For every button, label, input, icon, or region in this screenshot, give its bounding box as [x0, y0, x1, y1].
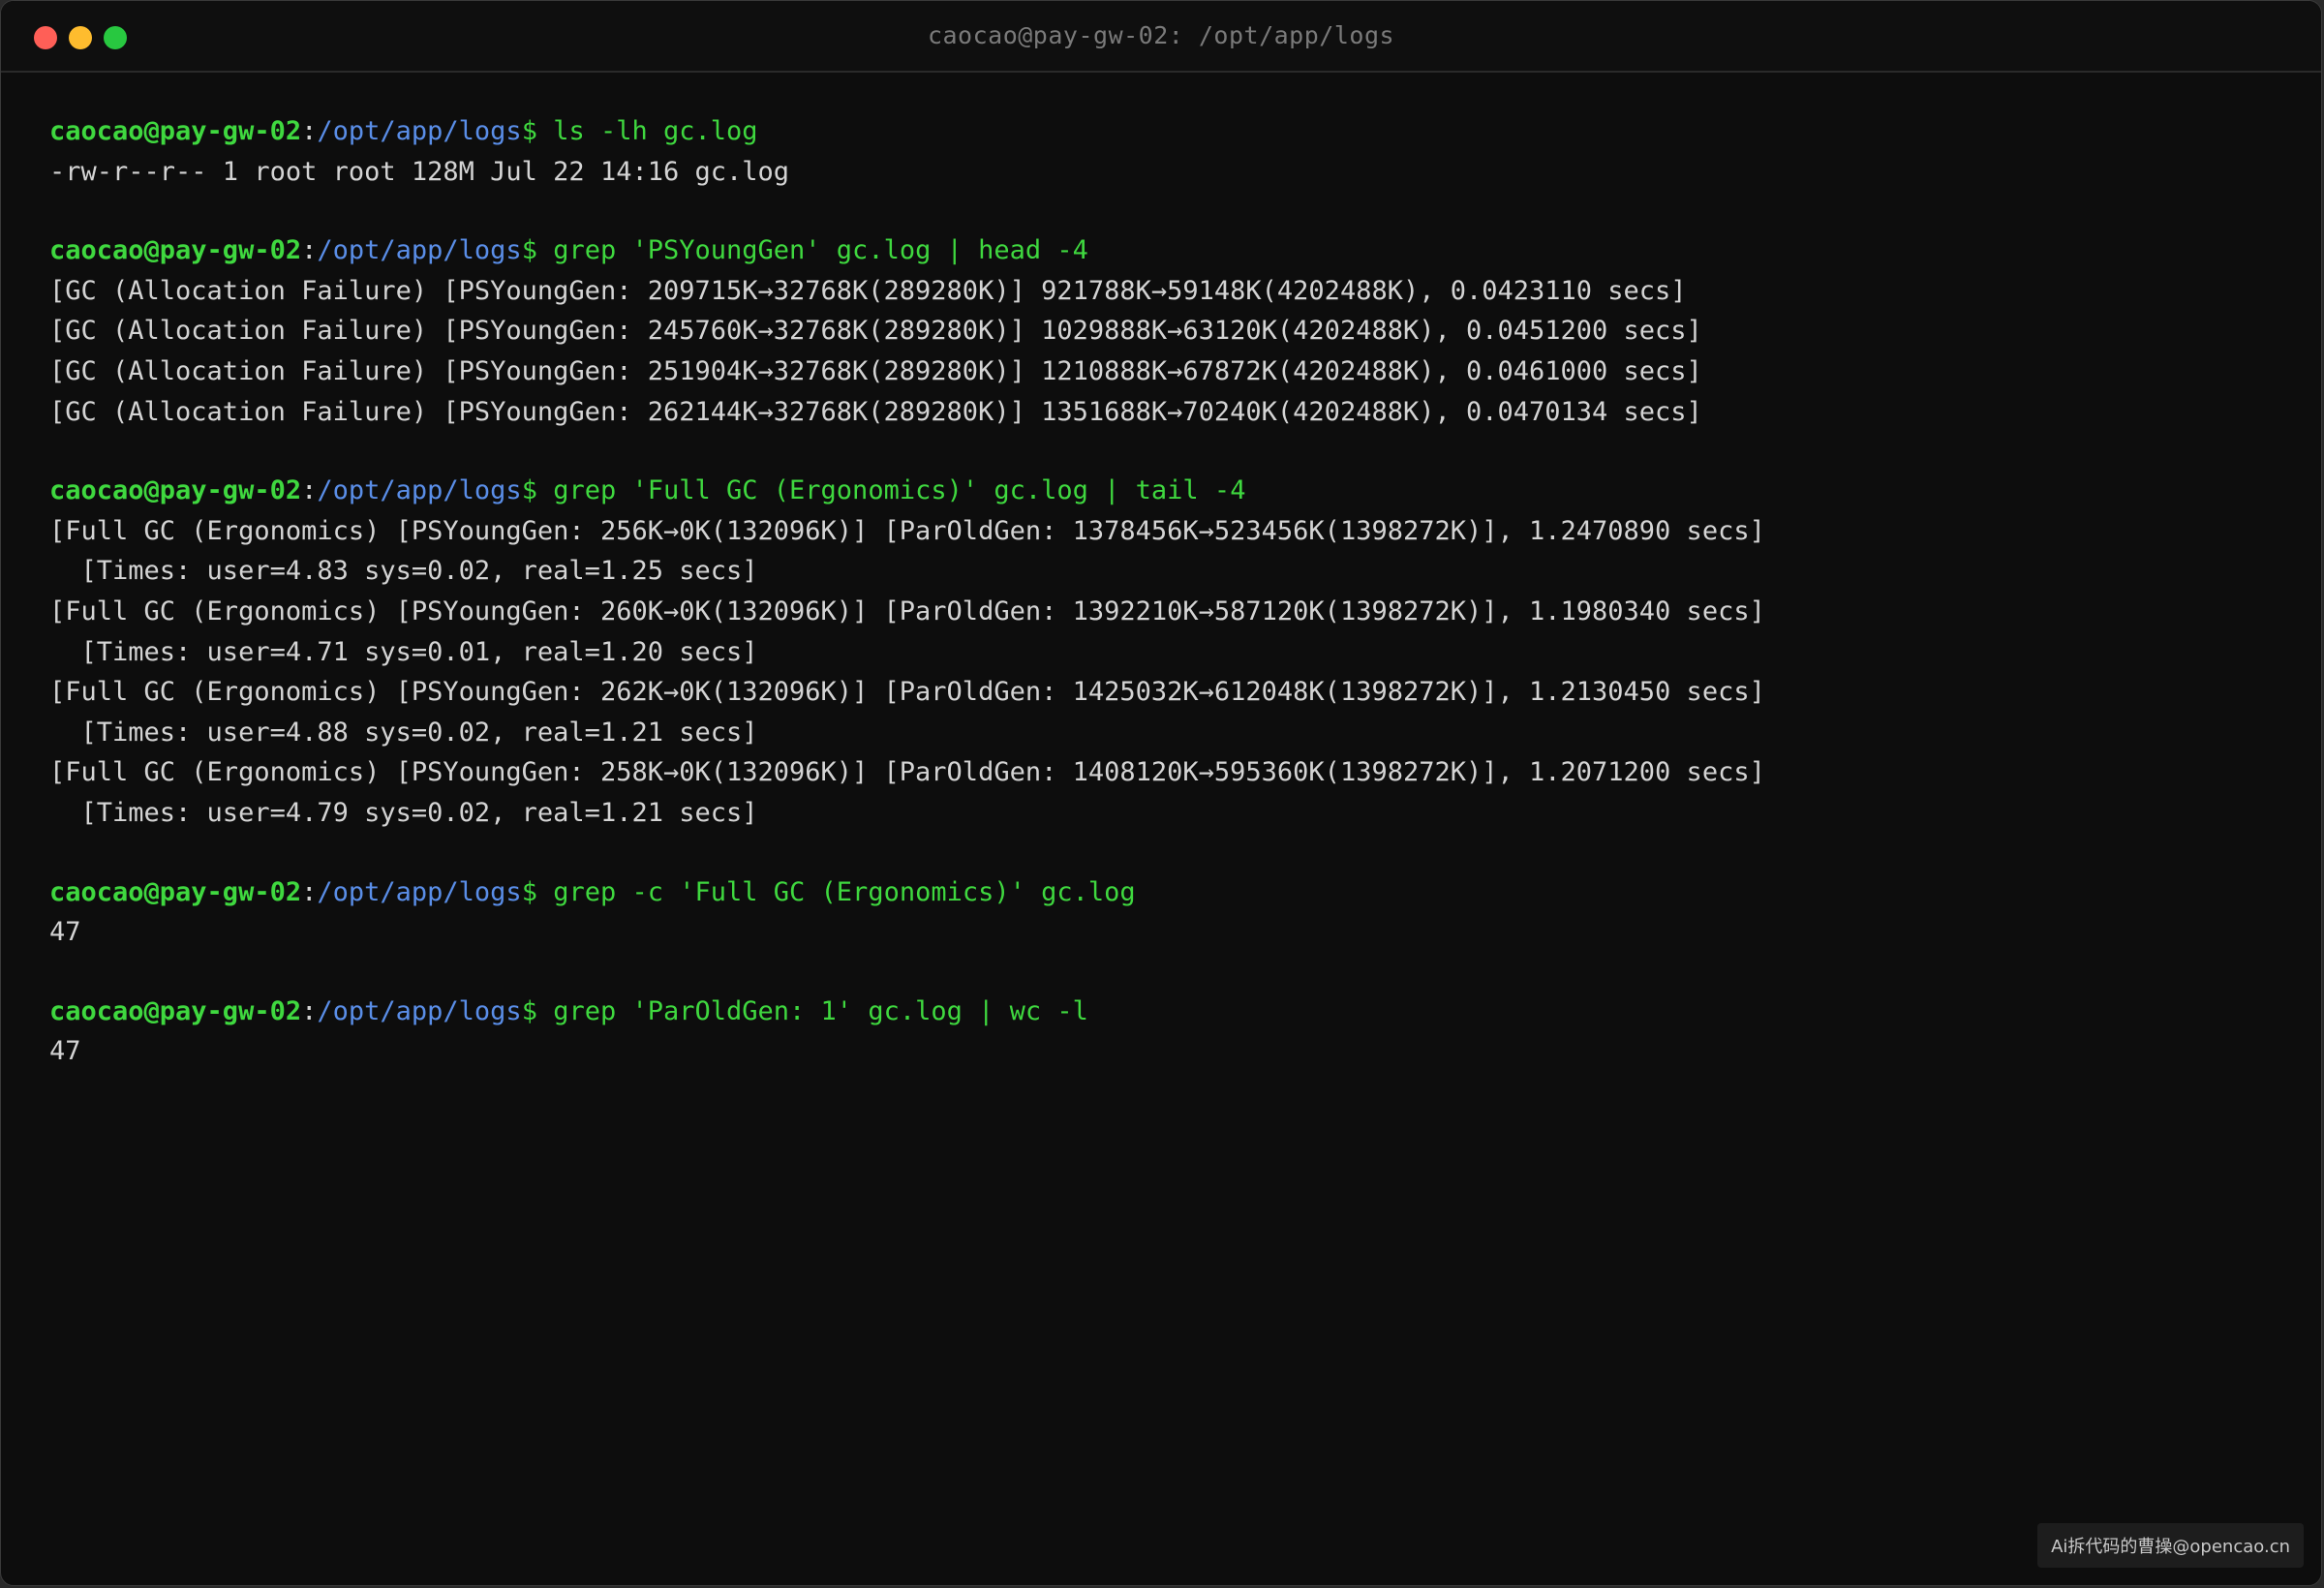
output-line: [GC (Allocation Failure) [PSYoungGen: 20… [49, 275, 1687, 306]
prompt-colon: : [301, 235, 318, 266]
prompt-user-host: caocao@pay-gw-02 [49, 995, 302, 1026]
prompt-colon: : [301, 876, 318, 907]
prompt-colon: : [301, 116, 318, 146]
prompt-colon: : [301, 475, 318, 506]
prompt-dollar: $ [521, 116, 537, 146]
output-line: [Full GC (Ergonomics) [PSYoungGen: 258K→… [49, 757, 1765, 788]
prompt-line: caocao@pay-gw-02:/opt/app/logs$ grep 'Fu… [49, 471, 2282, 511]
prompt-dollar: $ [521, 475, 537, 506]
output-line: [Times: user=4.79 sys=0.02, real=1.21 se… [49, 797, 758, 828]
output-line: [Times: user=4.83 sys=0.02, real=1.25 se… [49, 556, 758, 587]
command-text: grep -c 'Full GC (Ergonomics)' gc.log [536, 876, 1136, 907]
prompt-line: caocao@pay-gw-02:/opt/app/logs$ grep 'PS… [49, 230, 2282, 271]
prompt-path: /opt/app/logs [317, 475, 522, 506]
command-text: grep 'Full GC (Ergonomics)' gc.log | tai… [536, 475, 1246, 506]
output-line: [Full GC (Ergonomics) [PSYoungGen: 262K→… [49, 677, 1765, 708]
prompt-line: caocao@pay-gw-02:/opt/app/logs$ grep -c … [49, 872, 2282, 913]
output-line: [Full GC (Ergonomics) [PSYoungGen: 260K→… [49, 596, 1765, 626]
output-line: 47 [49, 917, 81, 948]
command-text: grep 'ParOldGen: 1' gc.log | wc -l [536, 995, 1088, 1026]
prompt-colon: : [301, 995, 318, 1026]
output-line: [Times: user=4.71 sys=0.01, real=1.20 se… [49, 636, 758, 667]
output-line: [Times: user=4.88 sys=0.02, real=1.21 se… [49, 717, 758, 748]
window-title: caocao@pay-gw-02: /opt/app/logs [927, 21, 1395, 49]
prompt-user-host: caocao@pay-gw-02 [49, 235, 302, 266]
prompt-line: caocao@pay-gw-02:/opt/app/logs$ grep 'Pa… [49, 992, 2282, 1032]
prompt-path: /opt/app/logs [317, 876, 522, 907]
output-line: [GC (Allocation Failure) [PSYoungGen: 26… [49, 396, 1702, 427]
prompt-user-host: caocao@pay-gw-02 [49, 475, 302, 506]
terminal-output[interactable]: caocao@pay-gw-02:/opt/app/logs$ ls -lh g… [49, 111, 2282, 1072]
output-line: [Full GC (Ergonomics) [PSYoungGen: 256K→… [49, 515, 1765, 546]
prompt-line: caocao@pay-gw-02:/opt/app/logs$ ls -lh g… [49, 111, 2282, 152]
prompt-path: /opt/app/logs [317, 116, 522, 146]
prompt-user-host: caocao@pay-gw-02 [49, 876, 302, 907]
output-line: -rw-r--r-- 1 root root 128M Jul 22 14:16… [49, 156, 790, 187]
output-line: 47 [49, 1036, 81, 1067]
prompt-path: /opt/app/logs [317, 235, 522, 266]
prompt-dollar: $ [521, 235, 537, 266]
prompt-dollar: $ [521, 876, 537, 907]
watermark: Ai拆代码的曹操@opencao.cn [2037, 1523, 2304, 1568]
terminal-window: caocao@pay-gw-02: /opt/app/logs caocao@p… [0, 0, 2322, 1586]
command-text: ls -lh gc.log [536, 116, 758, 146]
title-bar[interactable]: caocao@pay-gw-02: /opt/app/logs [1, 1, 2321, 73]
prompt-path: /opt/app/logs [317, 995, 522, 1026]
command-text: grep 'PSYoungGen' gc.log | head -4 [536, 235, 1088, 266]
output-line: [GC (Allocation Failure) [PSYoungGen: 24… [49, 316, 1702, 347]
output-line: [GC (Allocation Failure) [PSYoungGen: 25… [49, 355, 1702, 386]
prompt-dollar: $ [521, 995, 537, 1026]
prompt-user-host: caocao@pay-gw-02 [49, 116, 302, 146]
